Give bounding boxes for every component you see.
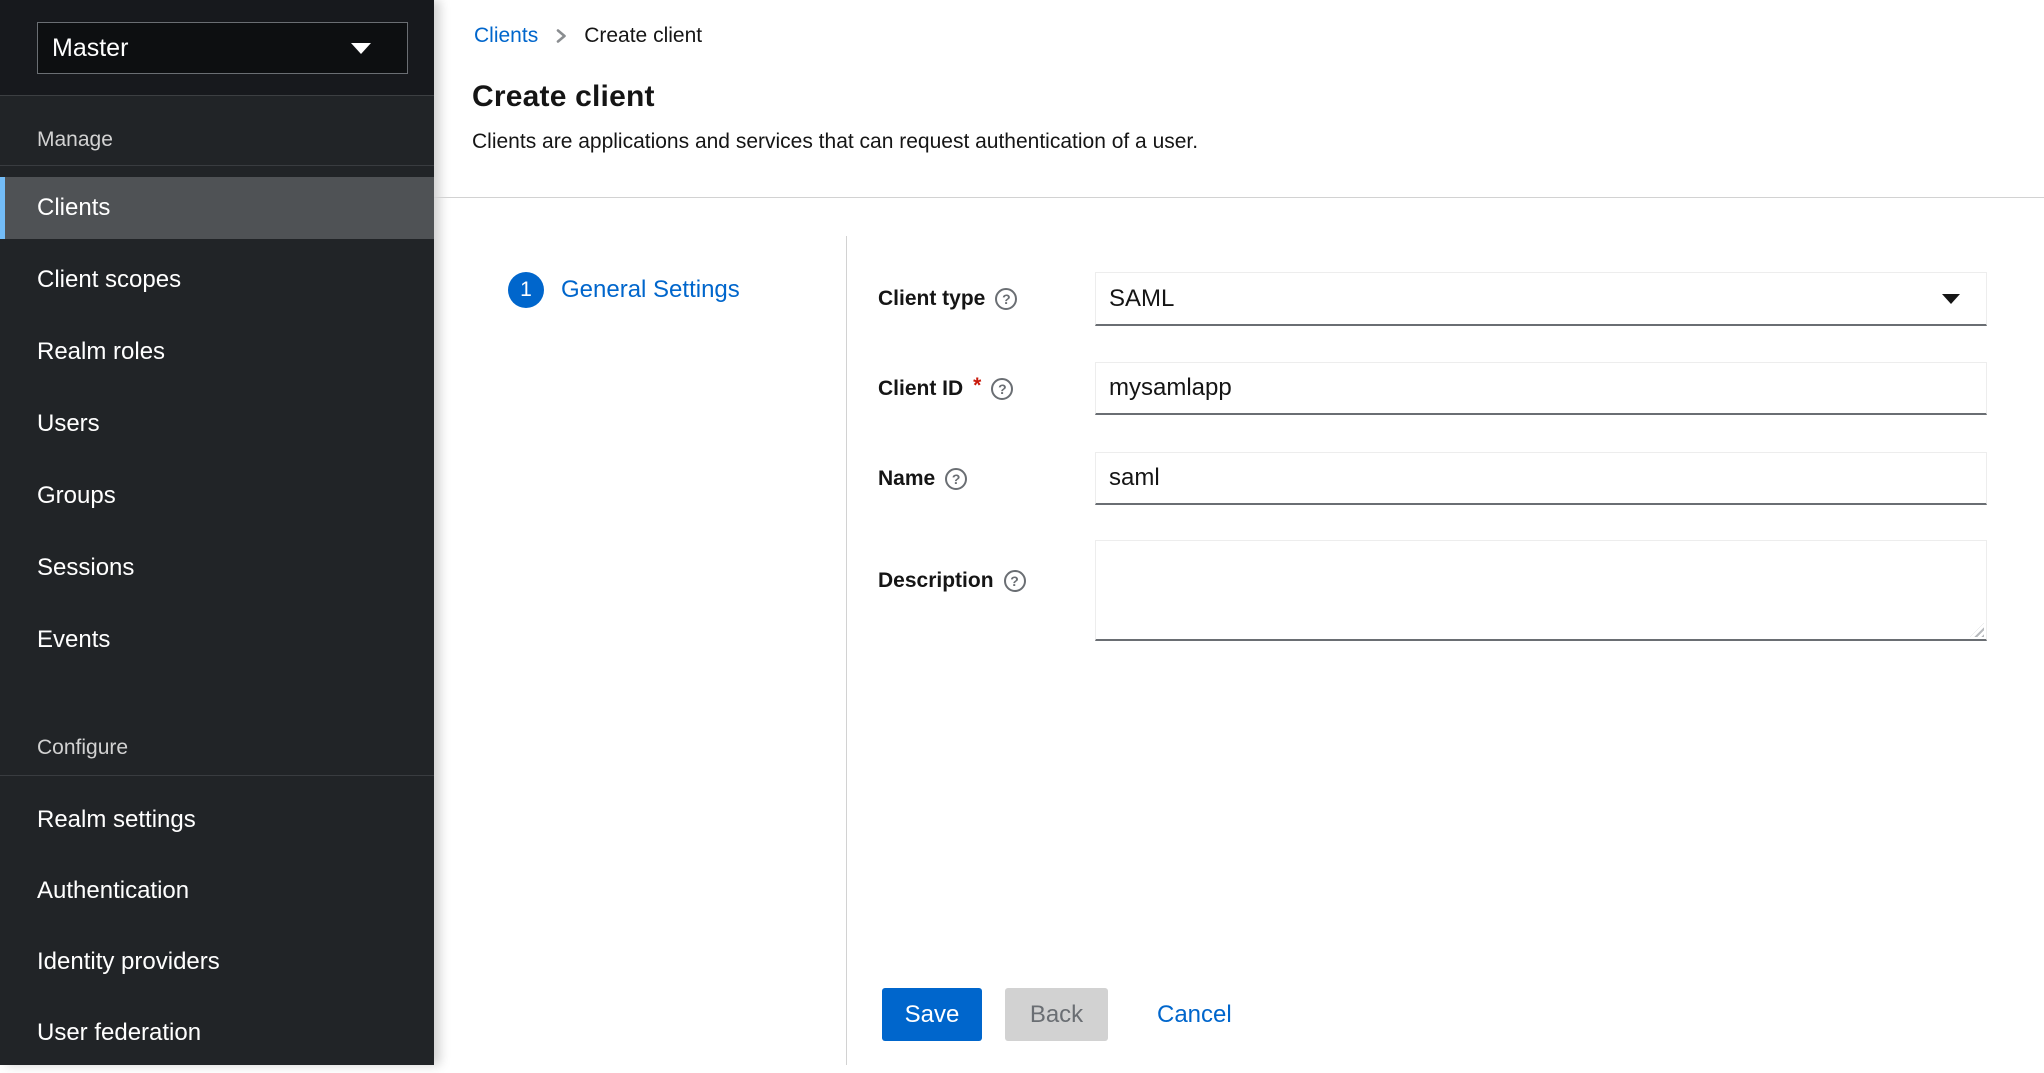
sidebar-item-sessions[interactable]: Sessions	[0, 537, 434, 599]
sidebar-item-identity-providers[interactable]: Identity providers	[0, 931, 434, 993]
wizard-step-general-settings[interactable]: 1 General Settings	[508, 272, 740, 308]
back-button[interactable]: Back	[1005, 988, 1108, 1041]
description-textarea-wrap	[1095, 540, 1987, 641]
page-subtitle: Clients are applications and services th…	[472, 130, 1198, 154]
form-row-description: Description ?	[878, 540, 1988, 641]
client-id-label-cell: Client ID * ?	[878, 362, 1095, 416]
nav-divider	[0, 775, 434, 776]
name-input[interactable]	[1095, 452, 1987, 505]
sidebar-item-clients[interactable]: Clients	[0, 177, 434, 239]
nav-divider	[0, 165, 434, 166]
sidebar: Master Manage Clients Client scopes Real…	[0, 0, 434, 1065]
help-icon[interactable]: ?	[1004, 570, 1026, 592]
wizard-step-label: General Settings	[561, 276, 740, 304]
nav-list-manage: Clients Client scopes Realm roles Users …	[0, 177, 434, 681]
realm-selector-dropdown[interactable]: Master	[37, 22, 408, 74]
sidebar-item-users[interactable]: Users	[0, 393, 434, 455]
name-label-cell: Name ?	[878, 452, 1095, 506]
description-label: Description	[878, 569, 994, 593]
sidebar-item-realm-roles[interactable]: Realm roles	[0, 321, 434, 383]
chevron-down-icon	[1942, 294, 1960, 304]
client-type-selected-value: SAML	[1109, 285, 1174, 313]
sidebar-item-groups[interactable]: Groups	[0, 465, 434, 527]
sidebar-item-client-scopes[interactable]: Client scopes	[0, 249, 434, 311]
breadcrumb-current: Create client	[584, 24, 702, 48]
sidebar-item-user-federation[interactable]: User federation	[0, 1002, 434, 1064]
help-icon[interactable]: ?	[945, 468, 967, 490]
wizard-panel-divider	[846, 236, 847, 1065]
header-divider	[434, 197, 2044, 198]
form-row-client-type: Client type ? SAML	[878, 272, 1988, 326]
chevron-down-icon	[351, 43, 371, 54]
breadcrumb: Clients Create client	[474, 24, 702, 48]
sidebar-item-realm-settings[interactable]: Realm settings	[0, 789, 434, 851]
wizard-step-number-badge: 1	[508, 272, 544, 308]
client-id-label: Client ID	[878, 377, 963, 401]
sidebar-item-events[interactable]: Events	[0, 609, 434, 671]
form-row-client-id: Client ID * ?	[878, 362, 1988, 416]
name-label: Name	[878, 467, 935, 491]
client-type-label: Client type	[878, 287, 985, 311]
help-icon[interactable]: ?	[995, 288, 1017, 310]
breadcrumb-link-clients[interactable]: Clients	[474, 24, 538, 48]
nav-section-title-manage: Manage	[37, 128, 113, 152]
page-title: Create client	[472, 80, 655, 114]
nav-list-configure: Realm settings Authentication Identity p…	[0, 789, 434, 1073]
realm-selector-value: Master	[52, 34, 128, 63]
description-label-cell: Description ?	[878, 554, 1095, 608]
sidebar-item-authentication[interactable]: Authentication	[0, 860, 434, 922]
client-type-select[interactable]: SAML	[1095, 272, 1987, 326]
client-type-label-cell: Client type ?	[878, 272, 1095, 326]
client-id-input[interactable]	[1095, 362, 1987, 415]
cancel-button[interactable]: Cancel	[1157, 988, 1232, 1041]
sidebar-header: Master	[0, 0, 434, 96]
form-row-name: Name ?	[878, 452, 1988, 506]
save-button[interactable]: Save	[882, 988, 982, 1041]
description-textarea[interactable]	[1095, 540, 1987, 641]
required-indicator: *	[973, 374, 981, 398]
breadcrumb-separator-icon	[554, 27, 568, 45]
help-icon[interactable]: ?	[991, 378, 1013, 400]
nav-section-title-configure: Configure	[37, 736, 128, 760]
